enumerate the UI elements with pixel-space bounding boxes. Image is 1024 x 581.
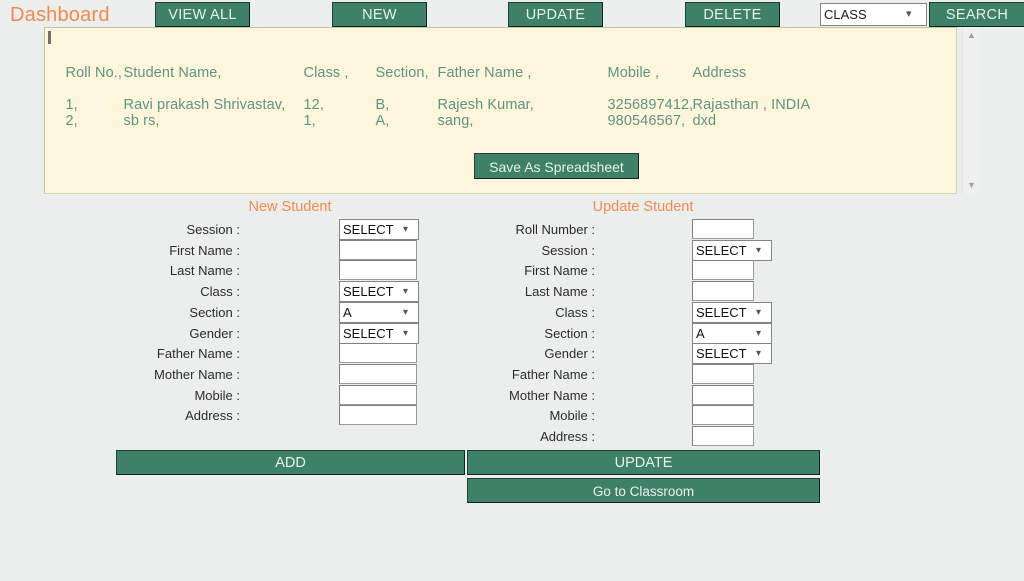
new-student-select-class[interactable]: SELECT1212	[339, 281, 419, 302]
new-student-label-mobile: Mobile :	[120, 388, 240, 403]
text-caret	[48, 31, 51, 44]
new-student-label-class: Class :	[120, 284, 240, 299]
update-student-input-roll-number[interactable]	[692, 219, 754, 239]
update-button[interactable]: UPDATE	[508, 2, 603, 27]
table-row: 2,sb rs,1,A,sang,980546567,dxd	[49, 97, 716, 145]
new-student-input-last-name[interactable]	[339, 260, 417, 280]
update-student-label-session: Session :	[470, 243, 595, 258]
new-student-label-gender: Gender :	[120, 326, 240, 341]
update-student-label-father-name: Father Name :	[470, 367, 595, 382]
new-student-label-first-name: First Name :	[120, 243, 240, 258]
results-scrollbar[interactable]: ▲ ▼	[962, 27, 979, 194]
update-student-input-mobile[interactable]	[692, 405, 754, 425]
update-student-label-address: Address :	[470, 429, 595, 444]
chevron-up-icon[interactable]: ▲	[963, 27, 980, 44]
update-student-label-gender: Gender :	[470, 346, 595, 361]
update-student-label-mobile: Mobile :	[470, 408, 595, 423]
new-student-input-mother-name[interactable]	[339, 364, 417, 384]
update-student-label-mother-name: Mother Name :	[470, 388, 595, 403]
new-student-input-father-name[interactable]	[339, 343, 417, 363]
cell-mobile: 980546567,	[608, 113, 693, 129]
new-student-label-father-name: Father Name :	[120, 346, 240, 361]
update-student-select-gender[interactable]: SELECTMALEFEMALE	[692, 343, 772, 364]
view-all-button[interactable]: VIEW ALL	[155, 2, 250, 27]
update-student-label-last-name: Last Name :	[470, 284, 595, 299]
update-student-input-address[interactable]	[692, 426, 754, 446]
search-button[interactable]: SEARCH	[929, 2, 1024, 27]
save-as-spreadsheet-button[interactable]: Save As Spreadsheet	[474, 153, 639, 179]
new-student-label-last-name: Last Name :	[120, 263, 240, 278]
update-student-input-first-name[interactable]	[692, 260, 754, 280]
col-header-father-name: Father Name ,	[438, 65, 608, 81]
update-student-heading: Update Student	[543, 199, 743, 215]
new-student-label-mother-name: Mother Name :	[120, 367, 240, 382]
update-student-input-mother-name[interactable]	[692, 385, 754, 405]
col-header-section: Section,	[376, 65, 438, 81]
page-title: Dashboard	[10, 2, 110, 28]
update-student-input-last-name[interactable]	[692, 281, 754, 301]
cell-father-name: sang,	[438, 113, 608, 129]
update-student-label-first-name: First Name :	[470, 263, 595, 278]
cell-section: A,	[376, 113, 438, 129]
cell-class: 1,	[304, 113, 376, 129]
new-student-input-first-name[interactable]	[339, 240, 417, 260]
go-to-classroom-button[interactable]: Go to Classroom	[467, 478, 820, 503]
search-filter-select[interactable]: CLASSROLL NOSECTIONNAME	[820, 3, 927, 26]
update-student-button[interactable]: UPDATE	[467, 450, 820, 475]
cell-student-name: sb rs,	[124, 113, 304, 129]
add-student-button[interactable]: ADD	[116, 450, 465, 475]
update-student-select-session[interactable]: SELECT2020-212021-222022-23	[692, 240, 772, 261]
new-button[interactable]: NEW	[332, 2, 427, 27]
new-student-heading: New Student	[190, 199, 390, 215]
cell-roll-no: 2,	[66, 113, 124, 129]
update-student-select-section[interactable]: ABCD	[692, 323, 772, 344]
update-student-label-section: Section :	[470, 326, 595, 341]
new-student-select-session[interactable]: SELECT2020-212021-222022-23	[339, 219, 419, 240]
col-header-address: Address	[693, 65, 747, 81]
delete-button[interactable]: DELETE	[685, 2, 780, 27]
update-student-input-father-name[interactable]	[692, 364, 754, 384]
new-student-label-session: Session :	[120, 222, 240, 237]
new-student-label-section: Section :	[120, 305, 240, 320]
new-student-label-address: Address :	[120, 408, 240, 423]
col-header-roll-no: Roll No.,	[66, 65, 124, 81]
new-student-input-address[interactable]	[339, 405, 417, 425]
update-student-label-roll-number: Roll Number :	[470, 222, 595, 237]
col-header-student-name: Student Name,	[124, 65, 304, 81]
new-student-select-section[interactable]: ABCD	[339, 302, 419, 323]
top-toolbar: Dashboard VIEW ALL NEW UPDATE DELETE CLA…	[0, 0, 1024, 30]
update-student-select-class[interactable]: SELECT1212	[692, 302, 772, 323]
new-student-input-mobile[interactable]	[339, 385, 417, 405]
chevron-down-icon[interactable]: ▼	[963, 177, 980, 194]
new-student-select-gender[interactable]: SELECTMALEFEMALE	[339, 323, 419, 344]
col-header-mobile: Mobile ,	[608, 65, 693, 81]
cell-address: dxd	[693, 113, 717, 129]
update-student-label-class: Class :	[470, 305, 595, 320]
col-header-class: Class ,	[304, 65, 376, 81]
